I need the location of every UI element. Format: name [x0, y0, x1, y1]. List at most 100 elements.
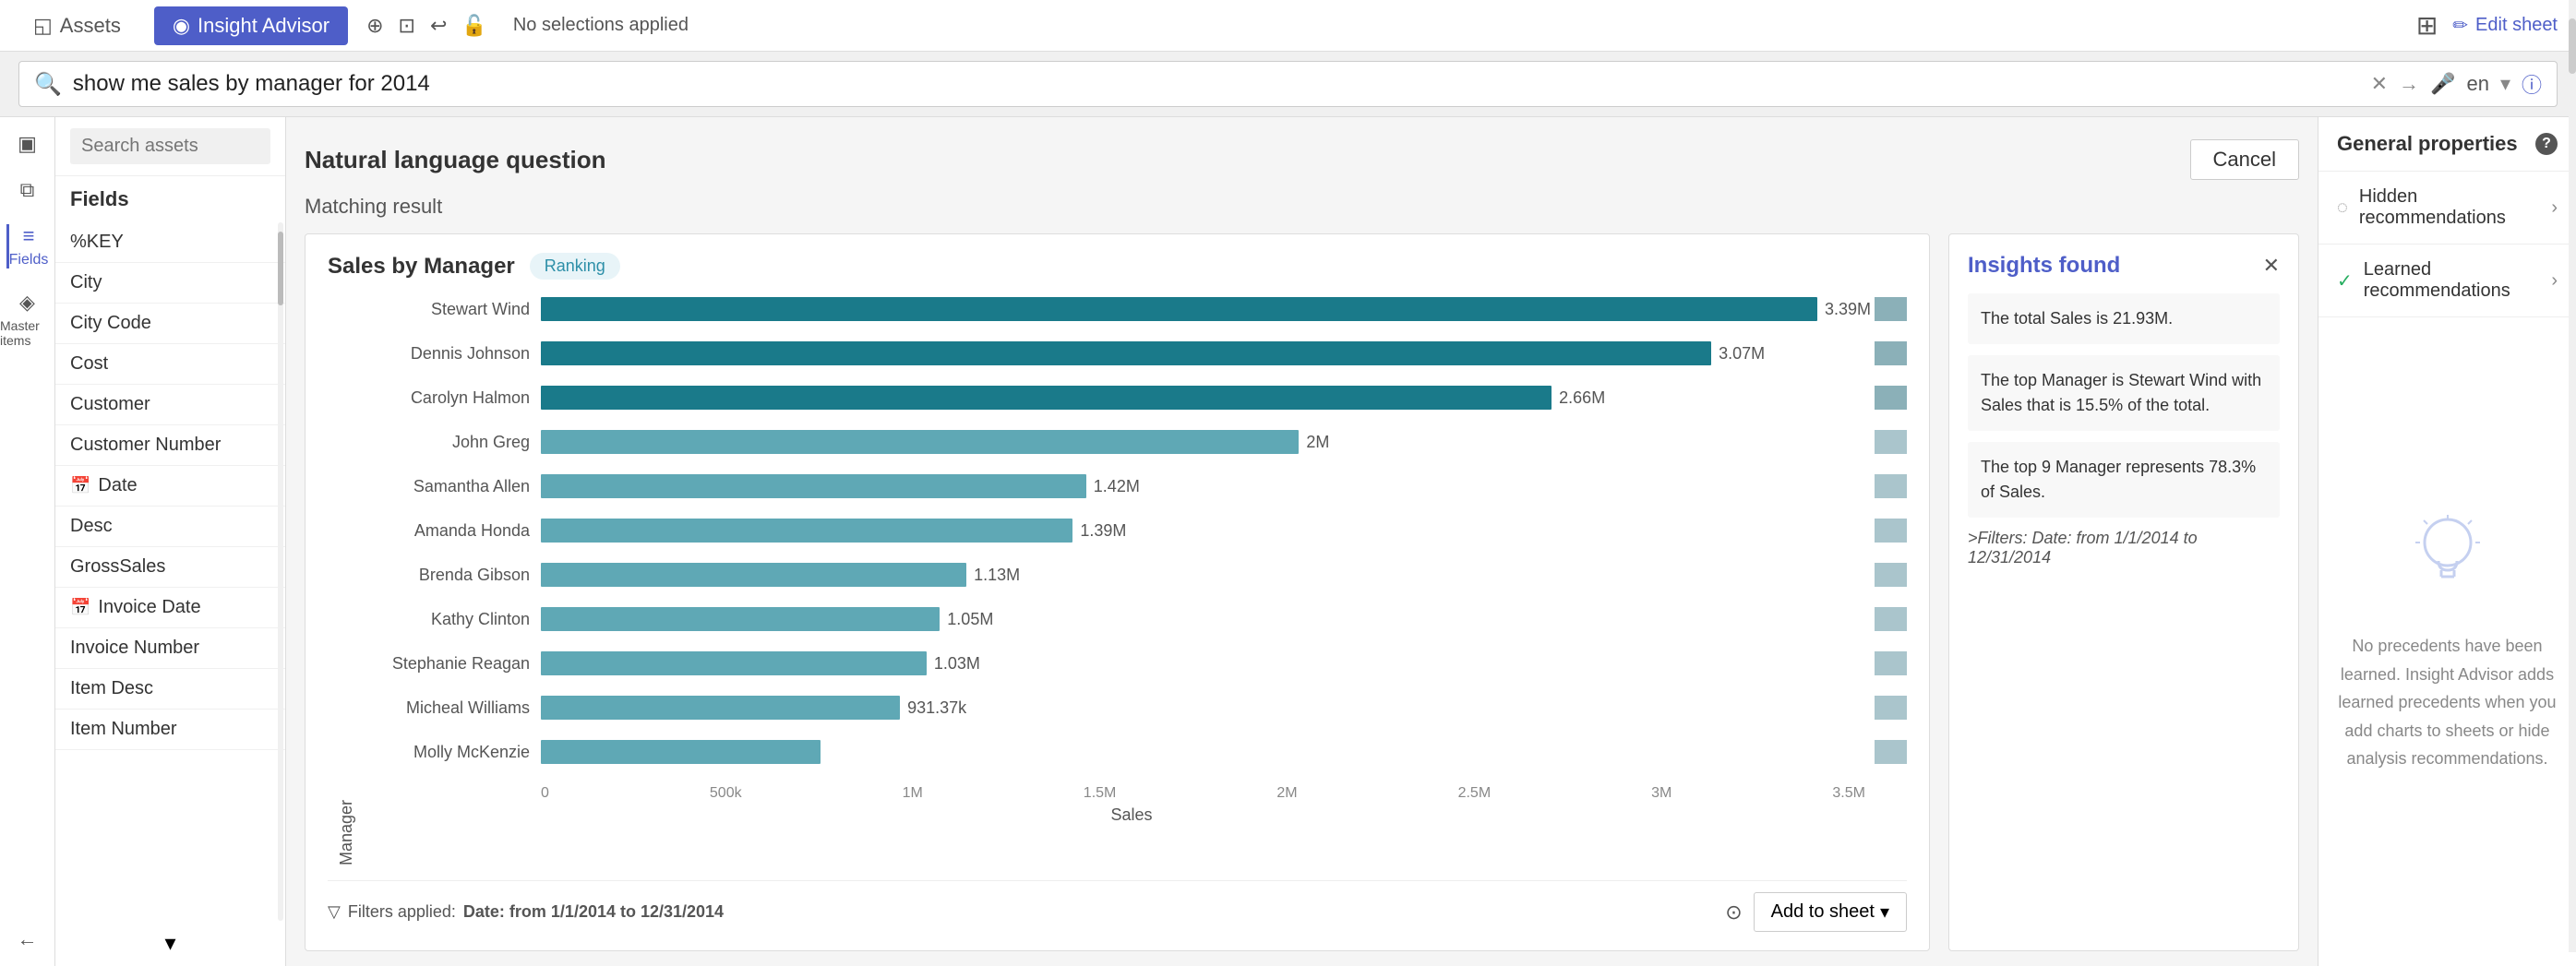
- sidebar-item-split[interactable]: ⧉: [20, 178, 35, 202]
- calendar-icon: 📅: [70, 476, 90, 495]
- field-label-customernumber: Customer Number: [70, 435, 221, 456]
- field-item-grosssales[interactable]: GrossSales: [55, 547, 285, 588]
- field-item-itemdesc[interactable]: Item Desc: [55, 669, 285, 710]
- field-item-desc[interactable]: Desc: [55, 507, 285, 547]
- field-item-itemnumber[interactable]: Item Number: [55, 710, 285, 750]
- bar-container-carolynhalmon: 2.66M: [541, 386, 1871, 410]
- fields-search-input[interactable]: [70, 128, 270, 164]
- x-tick-1m: 1M: [903, 785, 923, 802]
- bar-row-johngreg: John Greg 2M: [356, 427, 1907, 457]
- insight-text-2: The top Manager is Stewart Wind with Sal…: [1981, 371, 2261, 414]
- mic-icon[interactable]: 🎤: [2430, 72, 2455, 96]
- learned-recommendations-item[interactable]: ✓ Learned recommendations ›: [2318, 244, 2576, 317]
- arrow-icon[interactable]: →: [2399, 72, 2419, 96]
- field-item-city[interactable]: City: [55, 263, 285, 304]
- field-item-citycode[interactable]: City Code: [55, 304, 285, 344]
- x-tick-25m: 2.5M: [1458, 785, 1492, 802]
- bar-container-amandahonda: 1.39M: [541, 519, 1871, 543]
- filter-date: Date: from 1/1/2014 to 12/31/2014: [463, 902, 724, 922]
- insight-advisor-tab[interactable]: ◉ Insight Advisor: [154, 6, 348, 45]
- lock-icon[interactable]: 🔓: [461, 14, 486, 38]
- field-label-citycode: City Code: [70, 313, 151, 334]
- field-item-key[interactable]: %KEY: [55, 222, 285, 263]
- field-item-cost[interactable]: Cost: [55, 344, 285, 385]
- field-item-customer[interactable]: Customer: [55, 385, 285, 425]
- bar-label-carolynhalmon: Carolyn Halmon: [356, 388, 541, 408]
- x-tick-35m: 3.5M: [1832, 785, 1865, 802]
- bar-brendagibson: [541, 563, 966, 587]
- insight-icon: ◉: [173, 14, 190, 38]
- fields-scrollbar[interactable]: [278, 222, 283, 921]
- bar-rows: Stewart Wind 3.39M Dennis Johnson: [356, 294, 1907, 776]
- bar-amandahonda: [541, 519, 1072, 543]
- hidden-recommendations-item[interactable]: ◌ Hidden recommendations ›: [2318, 172, 2576, 244]
- hidden-rec-label: Hidden recommendations: [2359, 186, 2551, 229]
- edit-sheet-button[interactable]: ✏ Edit sheet: [2452, 14, 2558, 37]
- search-icon: 🔍: [34, 71, 62, 98]
- main-layout: ▣ ⧉ ≡ Fields ◈ Master items ← Fields %: [0, 117, 2576, 966]
- cancel-button[interactable]: Cancel: [2190, 139, 2299, 180]
- bar-container-samanthaallen: 1.42M: [541, 474, 1871, 498]
- field-item-customernumber[interactable]: Customer Number: [55, 425, 285, 466]
- chevron-right-icon-learned: ›: [2551, 270, 2558, 292]
- lang-select[interactable]: en: [2466, 72, 2488, 96]
- insights-header: Insights found ✕: [1968, 253, 2280, 279]
- sidebar-item-master[interactable]: ◈ Master items: [0, 291, 54, 348]
- topbar-right: ⊞ ✏ Edit sheet: [2416, 10, 2558, 41]
- fields-tab-icon: ≡: [23, 224, 35, 248]
- chart-insights-split: Sales by Manager Ranking Manager Stewart…: [305, 233, 2299, 951]
- field-label-date: Date: [98, 475, 137, 496]
- lightbulb-icon: [2411, 510, 2485, 617]
- right-panel-scrollbar[interactable]: [2569, 0, 2576, 952]
- main-content: Natural language question Cancel Matchin…: [286, 117, 2318, 966]
- x-axis-ticks: 0 500k 1M 1.5M 2M 2.5M 3M 3.5M: [356, 776, 1907, 802]
- panel-icon: ▣: [18, 132, 37, 156]
- insights-close-button[interactable]: ✕: [2263, 254, 2280, 278]
- footer-actions: ⊙ Add to sheet ▾: [1725, 892, 1907, 932]
- grid-icon[interactable]: ⊞: [2416, 10, 2438, 41]
- field-item-invoicenumber[interactable]: Invoice Number: [55, 628, 285, 669]
- bar-johngreg: [541, 430, 1299, 454]
- field-label-invoicenumber: Invoice Number: [70, 638, 199, 659]
- searchbar-actions: ✕ → 🎤 en ▾ ⓘ: [2371, 69, 2542, 99]
- insight-card-2: The top Manager is Stewart Wind with Sal…: [1968, 355, 2280, 431]
- bar-row-stewartwind: Stewart Wind 3.39M: [356, 294, 1907, 324]
- field-label-invoicedate: Invoice Date: [98, 597, 200, 618]
- bar-container-stephaniereagan: 1.03M: [541, 651, 1871, 675]
- clear-icon[interactable]: ✕: [2371, 72, 2388, 96]
- field-item-invoicedate[interactable]: 📅 Invoice Date: [55, 588, 285, 628]
- collapse-icon: ←: [18, 927, 38, 950]
- select-icon[interactable]: ⊡: [399, 14, 415, 38]
- field-item-date[interactable]: 📅 Date: [55, 466, 285, 507]
- undo-icon[interactable]: ↩: [430, 14, 447, 38]
- fields-search-area: [55, 117, 285, 176]
- bar-value-brendagibson: 1.13M: [974, 566, 1020, 585]
- bar-stewartwind: [541, 297, 1817, 321]
- nlq-title: Natural language question: [305, 146, 606, 174]
- sidebar-item-fields[interactable]: ≡ Fields: [6, 224, 49, 268]
- bar-label-samanthaallen: Samantha Allen: [356, 477, 541, 496]
- assets-label: Assets: [60, 14, 121, 38]
- bar-container-michealwilliams: 931.37k: [541, 696, 1871, 720]
- bar-value-stephaniereagan: 1.03M: [934, 654, 980, 674]
- bar-container-johngreg: 2M: [541, 430, 1871, 454]
- bar-container-stewartwind: 3.39M: [541, 297, 1871, 321]
- chevron-down-icon[interactable]: ▾: [2500, 72, 2510, 96]
- filter-info: ▽ Filters applied: Date: from 1/1/2014 t…: [328, 902, 724, 922]
- sidebar-item-panels[interactable]: ▣: [18, 132, 37, 156]
- bar-michealwilliams: [541, 696, 900, 720]
- collapse-button[interactable]: ←: [18, 927, 38, 966]
- fields-panel: Fields %KEY City City Code Cost Customer: [55, 117, 286, 966]
- bookmark-icon[interactable]: ⊙: [1725, 900, 1742, 924]
- bar-value-michealwilliams: 931.37k: [907, 698, 966, 718]
- zoom-icon[interactable]: ⊕: [366, 14, 383, 38]
- field-label-itemnumber: Item Number: [70, 719, 177, 740]
- help-icon[interactable]: ?: [2535, 133, 2558, 155]
- learned-rec-label: Learned recommendations: [2364, 259, 2552, 302]
- fields-scroll-down[interactable]: ▾: [55, 921, 285, 966]
- searchbar: 🔍 ✕ → 🎤 en ▾ ⓘ: [18, 61, 2558, 107]
- add-to-sheet-button[interactable]: Add to sheet ▾: [1754, 892, 1907, 932]
- assets-tab[interactable]: ◱ Assets: [18, 14, 136, 38]
- info-icon[interactable]: ⓘ: [2522, 69, 2542, 99]
- search-input[interactable]: [73, 71, 2360, 97]
